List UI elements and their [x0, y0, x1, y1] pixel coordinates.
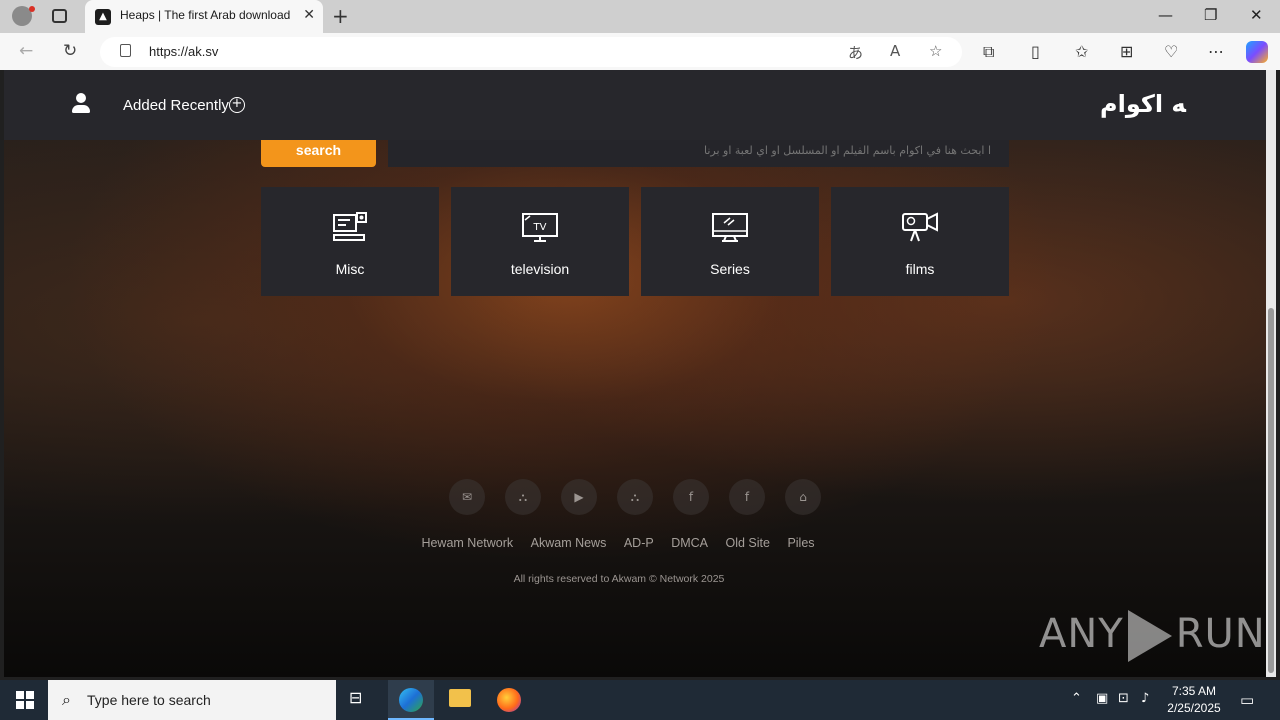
mail-icon[interactable]: ✉ — [449, 479, 485, 515]
favorite-star-icon[interactable]: ☆ — [929, 42, 942, 60]
file-explorer-icon[interactable] — [449, 689, 471, 707]
browser-tab-bar: ▲ Heaps | The first Arab download ✕ + — … — [0, 0, 1280, 33]
play-icon — [1127, 610, 1172, 662]
tab-actions-icon[interactable] — [52, 9, 67, 23]
extensions-icon[interactable]: ⧉ — [983, 42, 994, 62]
close-tab-icon[interactable]: ✕ — [303, 7, 315, 23]
taskbar-search-box[interactable]: ⌕ Type here to search — [48, 680, 336, 720]
user-icon[interactable] — [72, 93, 90, 115]
facebook-icon[interactable]: f — [729, 479, 765, 515]
footer-links: Hewam Network Akwam News AD-P DMCA Old S… — [4, 536, 1232, 550]
category-films[interactable]: films — [831, 187, 1009, 296]
taskbar-search-placeholder[interactable]: Type here to search — [87, 692, 211, 708]
lock-icon[interactable] — [120, 44, 131, 57]
split-screen-icon[interactable]: ▯ — [1031, 42, 1040, 61]
home-icon[interactable]: ⌂ — [785, 479, 821, 515]
copilot-icon[interactable] — [1246, 41, 1268, 63]
category-misc[interactable]: Misc — [261, 187, 439, 296]
films-icon — [902, 212, 938, 242]
category-label: films — [905, 261, 935, 277]
anyrun-watermark: ANY RUN — [1039, 610, 1266, 662]
tray-chevron-icon[interactable]: ⌃ — [1071, 691, 1082, 706]
category-television[interactable]: TV television — [451, 187, 629, 296]
scrollbar-thumb[interactable] — [1268, 308, 1274, 673]
akwam-icon[interactable]: ⛬ — [617, 479, 653, 515]
search-icon: ⌕ — [62, 690, 71, 709]
network-icon[interactable]: ⊡ — [1118, 691, 1129, 706]
added-recently-link[interactable]: Added Recently — [123, 97, 229, 114]
page-scrollbar[interactable] — [1266, 70, 1276, 677]
tray-device-icon[interactable]: ▣ — [1096, 691, 1108, 706]
footer-link[interactable]: AD-P — [624, 536, 654, 550]
windows-start-icon[interactable] — [16, 691, 34, 709]
search-button[interactable]: search — [261, 140, 376, 167]
footer-link[interactable]: Akwam News — [531, 536, 607, 550]
site-logo[interactable]: ﻪ اﻛﻮام — [1100, 90, 1186, 118]
watermark-right: RUN — [1175, 611, 1266, 657]
address-bar[interactable]: https://ak.sv あ A ☆ — [100, 37, 962, 67]
copyright-text: All rights reserved to Akwam © Network 2… — [513, 573, 725, 585]
akwam-favicon-icon: ▲ — [95, 9, 111, 25]
category-label: Series — [710, 261, 750, 277]
plus-circle-icon[interactable]: + — [229, 97, 245, 113]
url-text[interactable]: https://ak.sv — [149, 44, 218, 59]
clock-time: 7:35 AM — [1171, 684, 1217, 698]
system-clock[interactable]: 7:35 AM 2/25/2025 — [1164, 683, 1224, 717]
watermark-left: ANY — [1039, 611, 1124, 657]
volume-icon[interactable]: ♪ — [1141, 691, 1149, 706]
akwam-icon[interactable]: ⛬ — [505, 479, 541, 515]
collections-icon[interactable]: ⊞ — [1120, 42, 1133, 61]
browser-toolbar: ← ↻ https://ak.sv あ A ☆ ⧉ ▯ ✩ ⊞ ♡ ⋯ — [0, 33, 1280, 70]
misc-icon — [333, 212, 367, 241]
edge-icon — [399, 688, 423, 712]
read-aloud-icon[interactable]: A — [890, 42, 900, 60]
edge-taskbar-button[interactable] — [388, 680, 434, 720]
restore-button[interactable]: ❐ — [1204, 6, 1217, 24]
footer-link[interactable]: Hewam Network — [421, 536, 513, 550]
new-tab-button[interactable]: + — [332, 4, 349, 28]
footer-link[interactable]: Old Site — [725, 536, 769, 550]
minimize-button[interactable]: — — [1158, 6, 1173, 24]
refresh-button[interactable]: ↻ — [63, 41, 77, 61]
translate-icon[interactable]: あ — [848, 42, 863, 63]
footer-link[interactable]: Piles — [787, 536, 814, 550]
site-header: Added Recently + ﻪ اﻛﻮام — [4, 70, 1266, 140]
clock-date: 2/25/2025 — [1167, 701, 1221, 715]
favorites-icon[interactable]: ✩ — [1075, 42, 1088, 61]
search-input[interactable] — [388, 140, 1009, 167]
tab-title: Heaps | The first Arab download — [120, 8, 291, 22]
notification-dot-icon — [29, 6, 35, 12]
notifications-icon[interactable]: ▭ — [1240, 691, 1254, 709]
category-label: Misc — [335, 261, 365, 277]
browser-essentials-icon[interactable]: ♡ — [1164, 42, 1178, 61]
tv-icon: TV — [522, 213, 558, 242]
page-viewport: Added Recently + ﻪ اﻛﻮام search Misc TV … — [4, 70, 1266, 677]
more-menu-icon[interactable]: ⋯ — [1208, 42, 1224, 61]
youtube-icon[interactable]: ▶ — [561, 479, 597, 515]
taskbar: ⌕ Type here to search ⊟ ⌃ ▣ ⊡ ♪ 7:35 AM … — [0, 680, 1280, 720]
footer-link[interactable]: DMCA — [671, 536, 708, 550]
firefox-icon[interactable] — [497, 688, 521, 712]
svg-text:TV: TV — [533, 222, 547, 233]
close-window-button[interactable]: ✕ — [1250, 6, 1263, 24]
category-series[interactable]: Series — [641, 187, 819, 296]
back-button[interactable]: ← — [19, 41, 33, 61]
facebook-icon[interactable]: f — [673, 479, 709, 515]
browser-tab[interactable]: ▲ Heaps | The first Arab download ✕ — [85, 0, 323, 33]
task-view-icon[interactable]: ⊟ — [349, 688, 373, 712]
series-icon — [712, 213, 748, 242]
category-label: television — [510, 261, 570, 277]
